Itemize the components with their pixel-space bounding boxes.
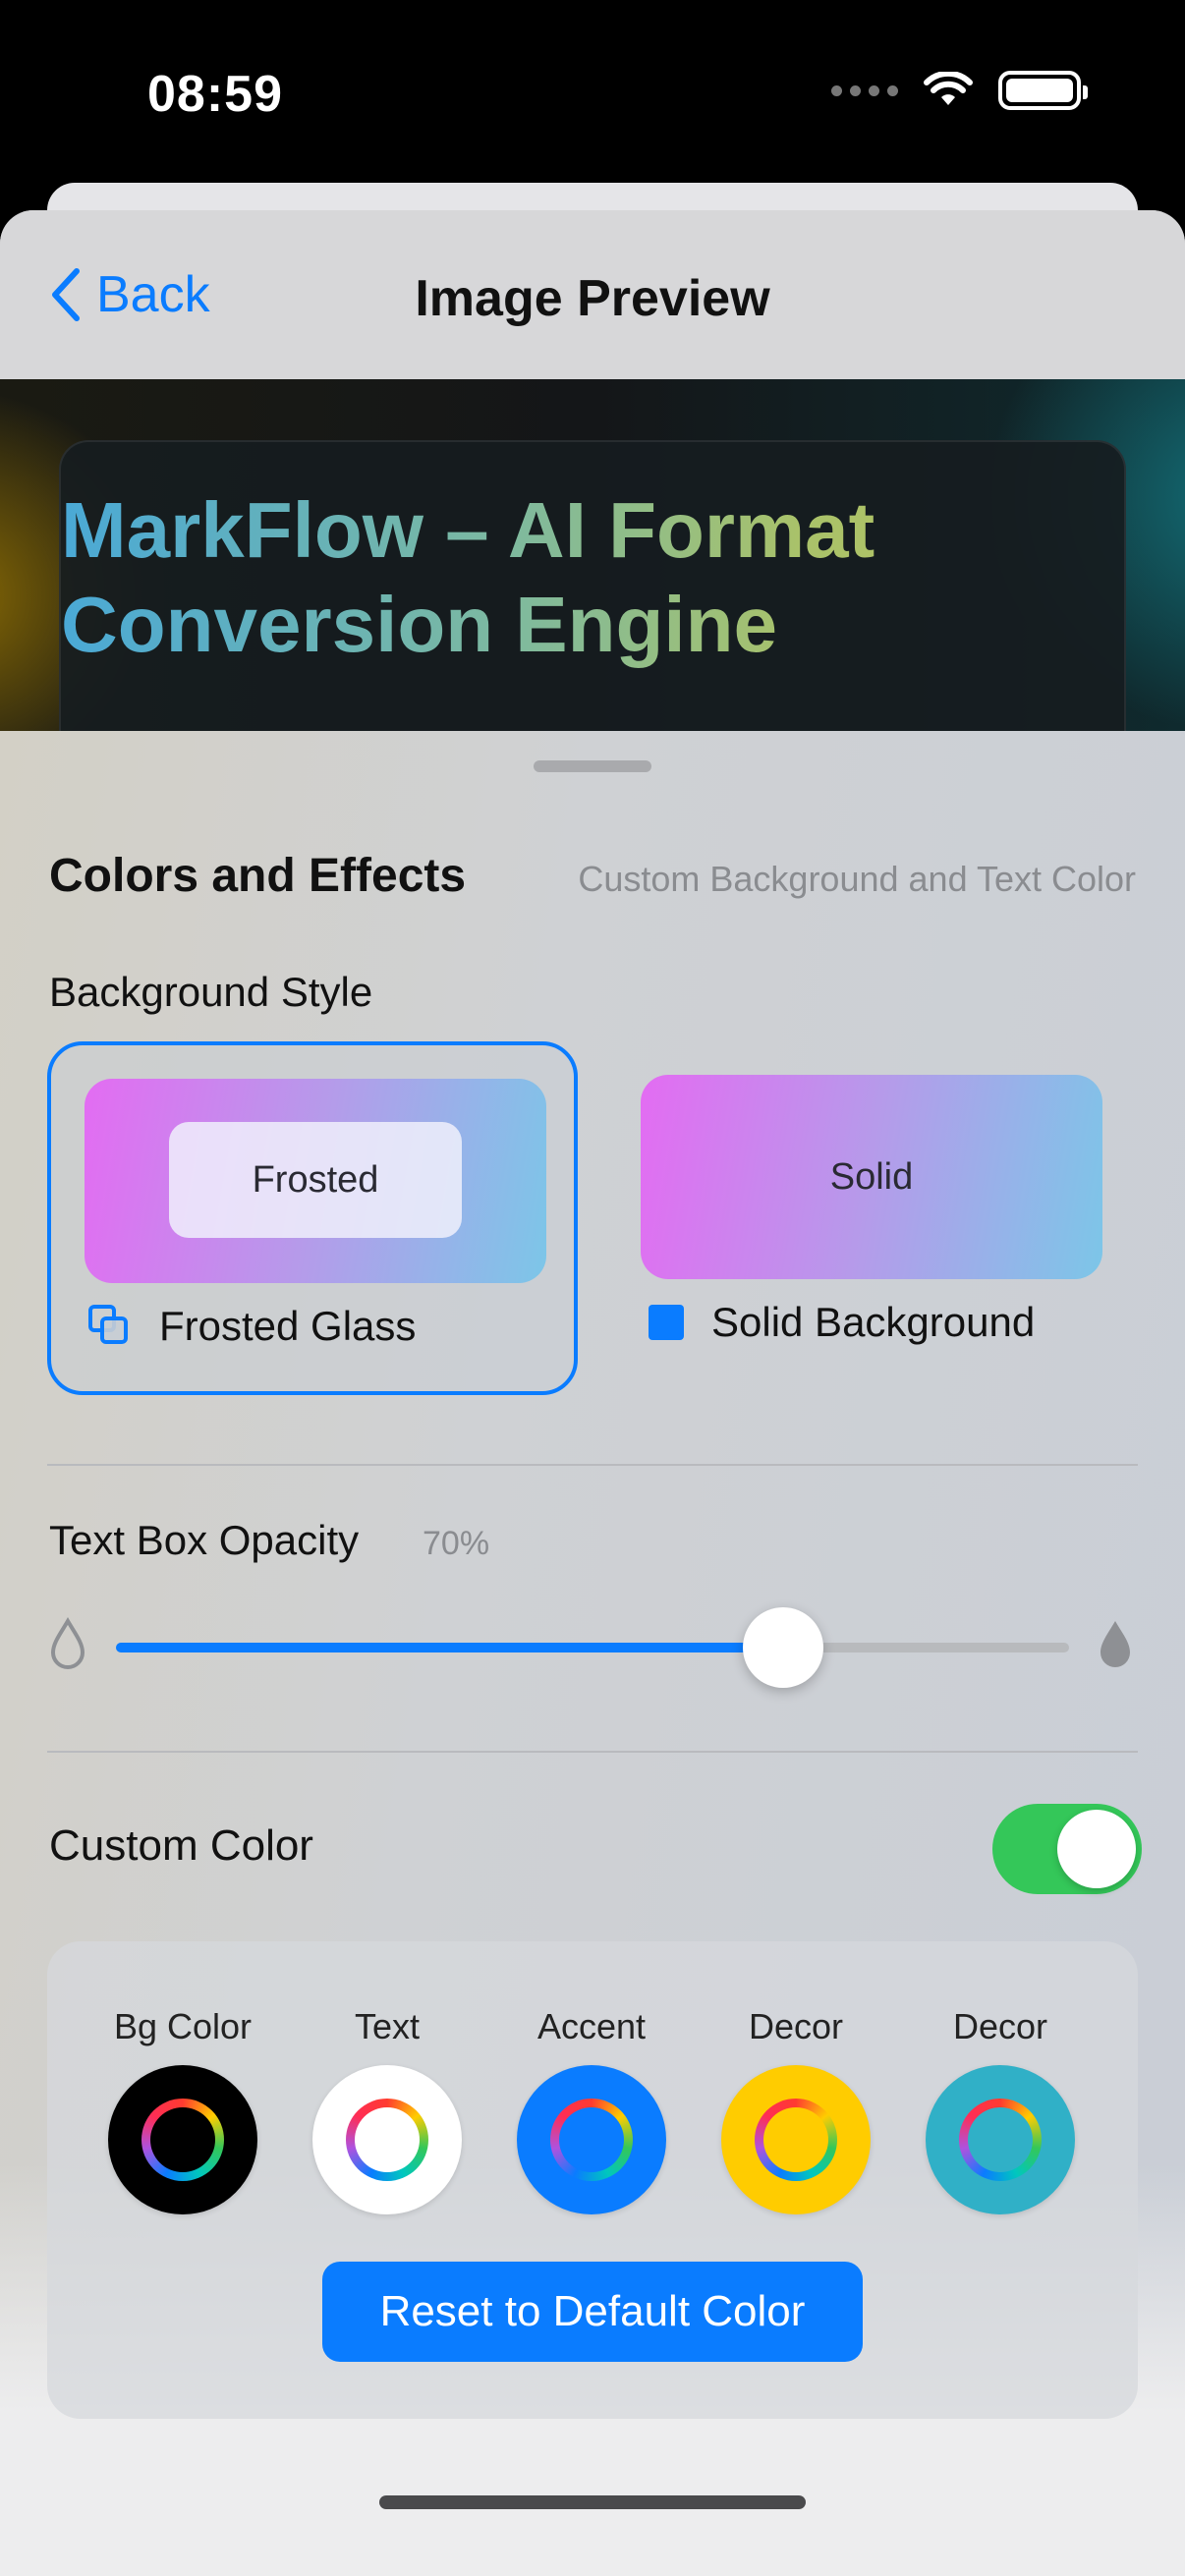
solid-square-icon (649, 1305, 684, 1340)
color-picker-circle[interactable] (108, 2065, 257, 2214)
settings-panel: Colors and Effects Custom Background and… (0, 731, 1185, 2576)
opacity-label: Text Box Opacity (49, 1517, 360, 1563)
reset-default-color-button[interactable]: Reset to Default Color (322, 2262, 863, 2362)
frosted-preview-swatch: Frosted (85, 1079, 546, 1283)
background-style-label: Background Style (49, 969, 373, 1015)
drop-outline-icon (50, 1617, 85, 1669)
preview-title: MarkFlow – AI Format Conversion Engine (61, 483, 1044, 672)
swatch-accent-color[interactable]: Accent (513, 2006, 670, 2214)
divider (47, 1464, 1138, 1466)
custom-color-label: Custom Color (49, 1821, 313, 1870)
frosted-glass-option[interactable]: Frosted Frosted Glass (47, 1041, 578, 1395)
slider-fill (116, 1643, 783, 1652)
color-wheel-icon (141, 2099, 224, 2181)
status-bar: 08:59 (0, 0, 1185, 187)
color-wheel-icon (346, 2099, 428, 2181)
frosted-chip: Frosted (169, 1122, 462, 1238)
slider-thumb[interactable] (743, 1607, 823, 1688)
solid-background-label: Solid Background (711, 1299, 1036, 1345)
status-time: 08:59 (147, 66, 283, 123)
color-wheel-icon (755, 2099, 837, 2181)
solid-background-option[interactable]: Solid Solid Background (619, 1041, 1150, 1395)
wifi-icon (924, 72, 973, 105)
status-icons (831, 71, 1088, 110)
page-title: Image Preview (415, 270, 770, 327)
battery-icon (998, 71, 1088, 110)
image-preview: MarkFlow – AI Format Conversion Engine (0, 379, 1185, 733)
color-picker-circle[interactable] (312, 2065, 462, 2214)
section-subtitle: Custom Background and Text Color (578, 859, 1136, 899)
frosted-glass-icon (88, 1305, 132, 1348)
drop-filled-icon (1100, 1621, 1130, 1667)
opacity-slider[interactable] (116, 1607, 1069, 1688)
swatch-decor-color-2[interactable]: Decor (922, 2006, 1079, 2214)
color-wheel-icon (959, 2099, 1042, 2181)
color-swatches-card: Bg Color Text Accent Decor Decor Reset t… (47, 1941, 1138, 2419)
section-title: Colors and Effects (49, 850, 467, 902)
cellular-signal-icon (831, 84, 898, 96)
home-indicator (379, 2495, 806, 2509)
frosted-glass-label: Frosted Glass (159, 1303, 417, 1349)
divider (47, 1751, 1138, 1753)
swatch-bg-color[interactable]: Bg Color (104, 2006, 261, 2214)
color-picker-circle[interactable] (926, 2065, 1075, 2214)
color-wheel-icon (550, 2099, 633, 2181)
nav-bar: Back Image Preview (0, 210, 1185, 379)
custom-color-toggle[interactable] (992, 1804, 1142, 1894)
swatch-decor-color[interactable]: Decor (717, 2006, 875, 2214)
opacity-value: 70% (423, 1525, 490, 1562)
solid-preview-swatch: Solid (641, 1075, 1102, 1279)
swatch-text-color[interactable]: Text (309, 2006, 466, 2214)
image-preview-sheet: Back Image Preview MarkFlow – AI Format … (0, 210, 1185, 2576)
color-picker-circle[interactable] (721, 2065, 871, 2214)
sheet-grabber[interactable] (534, 760, 651, 772)
solid-chip: Solid (829, 1155, 914, 1198)
color-picker-circle[interactable] (517, 2065, 666, 2214)
